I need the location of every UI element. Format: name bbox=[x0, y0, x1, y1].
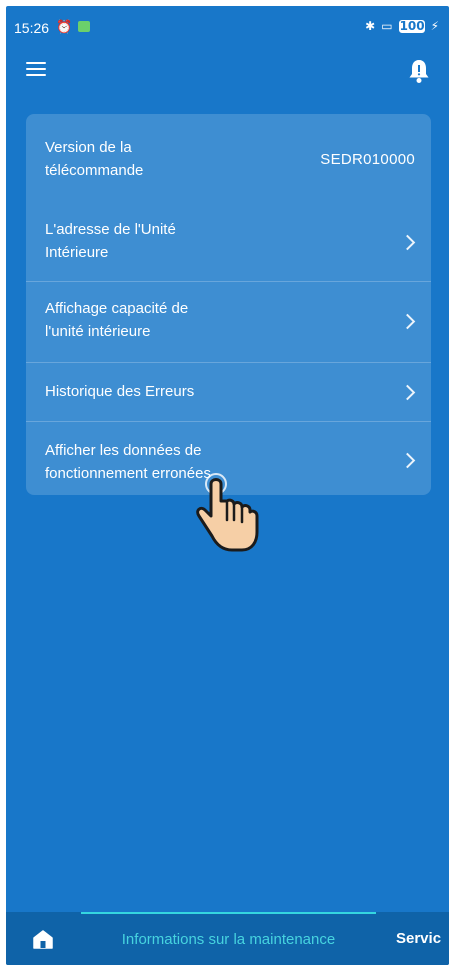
chevron-right-icon bbox=[399, 384, 416, 401]
list-item-indoor-unit-address[interactable]: L'adresse de l'Unité Intérieure bbox=[26, 218, 431, 268]
message-icon bbox=[78, 21, 90, 32]
tab-maintenance-info[interactable]: Informations sur la maintenance bbox=[81, 912, 376, 965]
status-right: ✱ ▭ 100 ⚡ bbox=[365, 19, 439, 33]
alarm-off-icon: ⏰ bbox=[56, 20, 73, 35]
chevron-right-icon bbox=[399, 452, 416, 469]
list-item-error-history[interactable]: Historique des Erreurs bbox=[26, 380, 431, 406]
list-item-label: Afficher les données de bbox=[45, 442, 202, 459]
list-item-remote-version: Version de la télécommande SEDR010000 bbox=[26, 136, 431, 186]
list-item-indoor-unit-capacity[interactable]: Affichage capacité de l'unité intérieure bbox=[26, 297, 431, 347]
list-item-label: l'unité intérieure bbox=[45, 323, 151, 340]
hamburger-menu-icon[interactable] bbox=[26, 62, 46, 76]
sim-icon: ▭ bbox=[381, 19, 393, 33]
list-item-label: Historique des Erreurs bbox=[45, 383, 195, 400]
list-item-label: Intérieure bbox=[45, 244, 109, 261]
status-bar: 15:26 ⏰ ✱ ▭ 100 ⚡ bbox=[6, 6, 449, 46]
home-icon bbox=[33, 929, 53, 949]
battery-icon: 100 bbox=[398, 18, 425, 33]
list-item-label: télécommande bbox=[45, 162, 144, 179]
bottom-nav: Informations sur la maintenance Servic bbox=[6, 912, 449, 965]
status-time: 15:26 bbox=[14, 20, 50, 36]
app-screen: 15:26 ⏰ ✱ ▭ 100 ⚡ Version de la télécomm… bbox=[6, 6, 449, 965]
divider bbox=[26, 281, 431, 282]
charging-icon: ⚡ bbox=[430, 19, 439, 33]
divider bbox=[26, 362, 431, 363]
divider bbox=[26, 421, 431, 422]
list-item-label: L'adresse de l'Unité bbox=[45, 221, 176, 238]
chevron-right-icon bbox=[399, 313, 416, 330]
hand-pointer-icon bbox=[192, 470, 264, 560]
bluetooth-icon: ✱ bbox=[365, 19, 376, 33]
list-item-label: fonctionnement erronées bbox=[45, 465, 211, 482]
list-item-label: Version de la bbox=[45, 139, 132, 156]
home-tab[interactable] bbox=[6, 912, 80, 965]
maintenance-card: Version de la télécommande SEDR010000 L'… bbox=[26, 114, 431, 495]
list-item-label: Affichage capacité de bbox=[45, 300, 189, 317]
bell-icon[interactable] bbox=[407, 58, 431, 84]
tab-service[interactable]: Servic bbox=[396, 912, 441, 965]
remote-version-value: SEDR010000 bbox=[320, 151, 415, 168]
chevron-right-icon bbox=[399, 234, 416, 251]
